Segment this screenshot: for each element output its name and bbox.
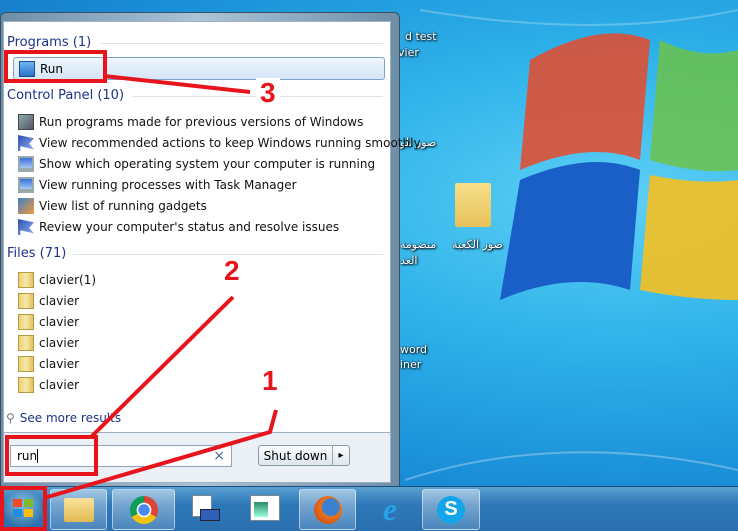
result-file[interactable]: clavier(1) [18,270,96,290]
see-more-results-link[interactable]: ⚲ See more results [6,408,121,428]
desktop-icon-label[interactable]: word [400,343,427,356]
programs-header: Programs (1) [7,35,92,50]
folder-icon[interactable] [455,183,491,227]
result-control-panel[interactable]: View list of running gadgets [18,196,207,216]
window-icon [254,502,268,517]
monitor-icon [18,177,34,193]
zip-folder-icon [18,356,34,372]
folder-icon [63,497,94,522]
zip-folder-icon [18,377,34,393]
item-label: Show which operating system your compute… [39,157,376,171]
flag-icon [18,219,34,235]
desktop-icon-label[interactable]: iner [400,358,421,371]
result-file[interactable]: clavier [18,312,79,332]
taskbar-window-app[interactable] [250,495,280,521]
taskbar-explorer[interactable] [50,489,107,530]
desktop-icon-label[interactable]: d test [405,30,437,43]
item-label: Review your computer's status and resolv… [39,220,340,234]
compat-icon [18,114,34,130]
desktop-icon-label[interactable]: صور الكعبة [452,238,503,251]
annotation-box-start [0,486,47,531]
item-label: clavier [39,357,80,371]
control-panel-header: Control Panel (10) [7,88,125,103]
item-label: Run programs made for previous versions … [39,115,364,129]
shutdown-button-group: Shut down ▸ [258,445,350,466]
taskbar-skype[interactable]: S [422,489,480,530]
item-label: View list of running gadgets [39,199,207,213]
annotation-box-run [4,50,107,83]
result-file[interactable]: clavier [18,333,79,353]
item-label: clavier [39,378,80,392]
skype-icon: S [437,495,465,524]
magnifier-icon: ⚲ [6,411,15,425]
monitor-icon [18,156,34,172]
desktop-icon-label[interactable]: العد [400,254,418,267]
taskbar: e S [0,486,738,531]
zip-folder-icon [18,272,34,288]
gadget-icon [18,198,34,214]
desktop-icon-label[interactable]: منضومة [400,238,436,251]
annotation-step-3: 3 [256,78,280,108]
ie-icon: e [382,490,398,527]
item-label: clavier [39,315,80,329]
result-control-panel[interactable]: View recommended actions to keep Windows… [18,133,421,153]
desktop-icon-label[interactable]: vier [398,46,419,59]
shutdown-button[interactable]: Shut down [259,446,333,465]
result-file[interactable]: clavier [18,375,79,395]
clear-search-icon[interactable]: × [213,448,225,464]
files-header: Files (71) [7,246,67,261]
result-file[interactable]: clavier [18,354,79,374]
result-file[interactable]: clavier [18,291,79,311]
result-control-panel[interactable]: Review your computer's status and resolv… [18,217,339,237]
shutdown-options-arrow[interactable]: ▸ [333,446,349,465]
result-control-panel[interactable]: Show which operating system your compute… [18,154,375,174]
annotation-step-1: 1 [262,365,278,396]
zip-folder-icon [18,293,34,309]
item-label: clavier(1) [39,273,97,287]
item-label: clavier [39,336,80,350]
taskbar-task-manager[interactable] [188,493,222,525]
flag-icon [18,135,34,151]
annotation-box-search [5,435,98,476]
firefox-icon [313,495,342,524]
taskbar-internet-explorer[interactable]: e [372,491,408,527]
item-label: View recommended actions to keep Windows… [39,136,421,150]
item-label: View running processes with Task Manager [39,178,297,192]
see-more-label: See more results [19,411,122,425]
laptop-icon [200,509,220,521]
zip-folder-icon [18,314,34,330]
chrome-icon [129,495,158,524]
annotation-step-2: 2 [224,255,240,286]
item-label: clavier [39,294,80,308]
taskbar-chrome[interactable] [112,489,175,530]
taskbar-firefox[interactable] [299,489,356,530]
divider [100,43,383,44]
result-control-panel[interactable]: View running processes with Task Manager [18,175,297,195]
zip-folder-icon [18,335,34,351]
result-control-panel[interactable]: Run programs made for previous versions … [18,112,363,132]
